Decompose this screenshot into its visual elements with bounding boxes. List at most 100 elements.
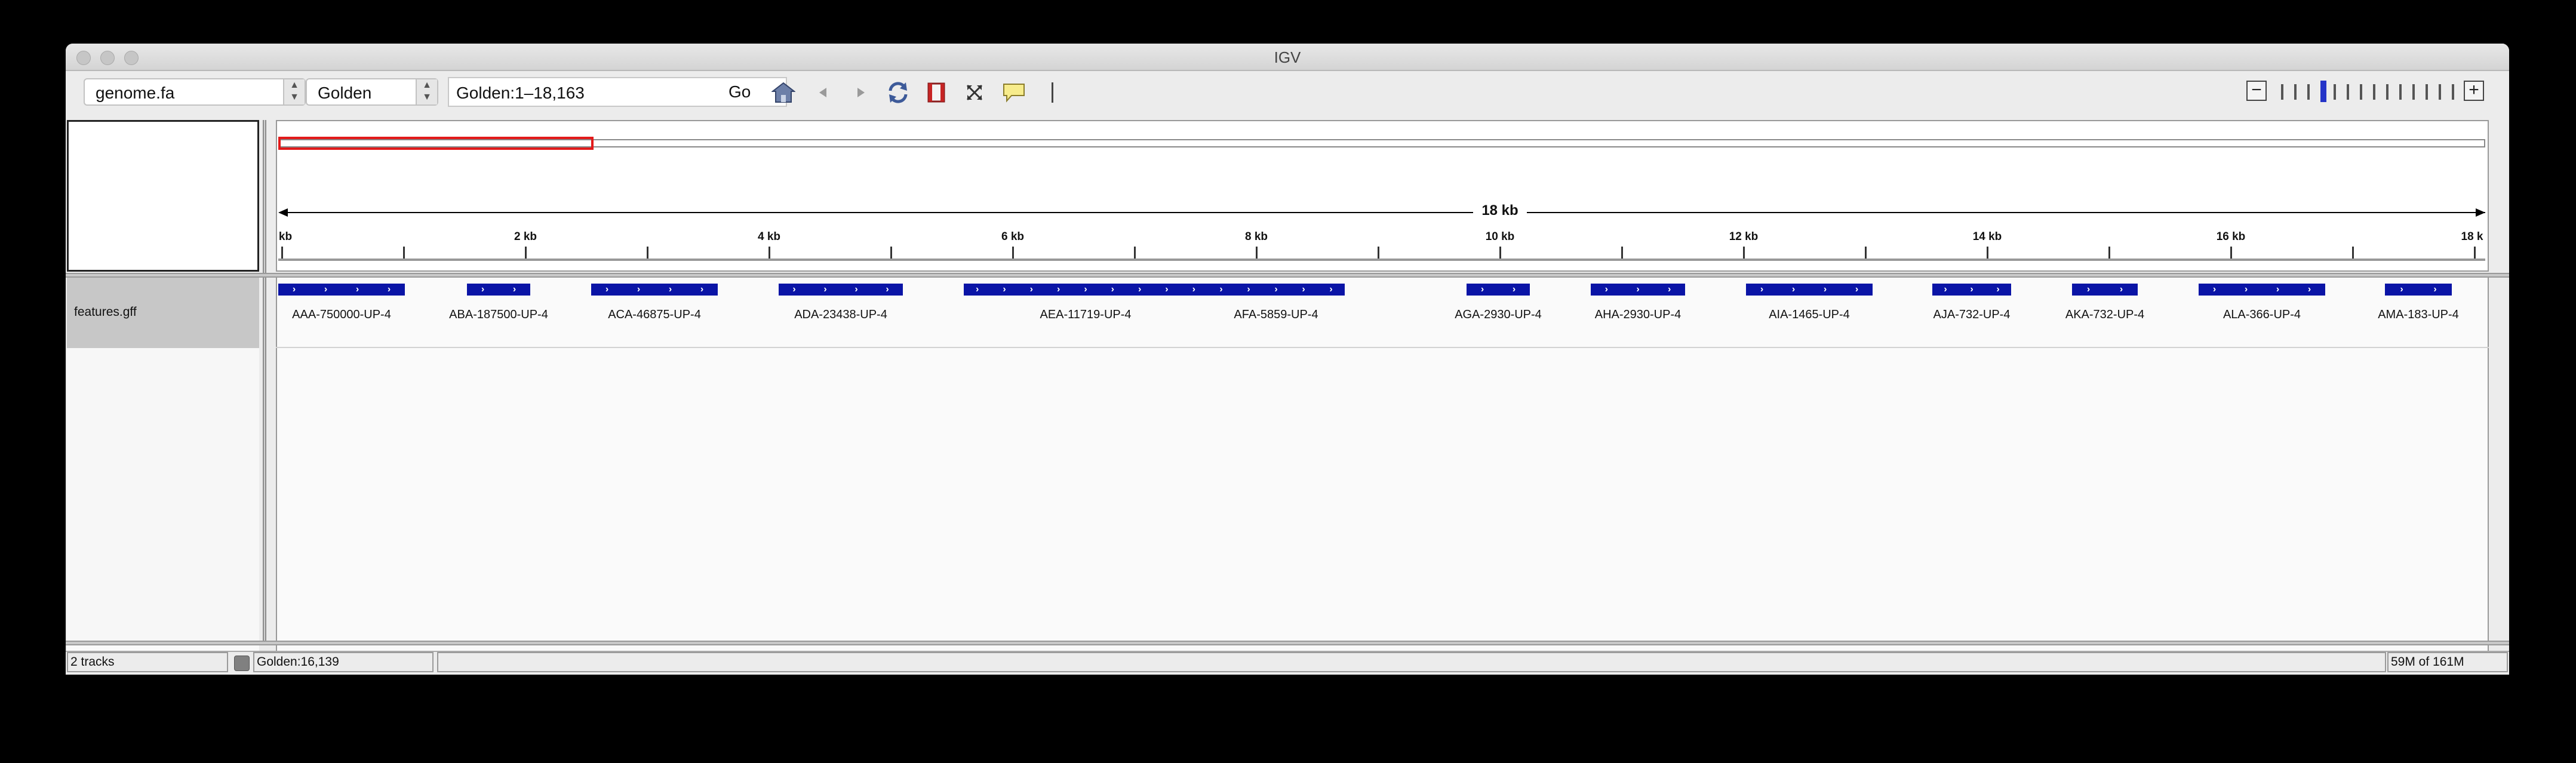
strand-chevron-icon: ›	[1855, 284, 1859, 294]
strand-chevron-icon: ›	[1604, 284, 1608, 294]
zoom-level-tick[interactable]	[2439, 84, 2441, 100]
feature-block[interactable]: › › ›	[1932, 284, 2011, 296]
feature-label: ADA-23438-UP-4	[794, 308, 887, 321]
feature-block[interactable]: › ›	[467, 284, 530, 296]
strand-chevron-icon: ›	[387, 284, 391, 294]
zoom-level-tick[interactable]	[2307, 84, 2310, 100]
feature-block[interactable]: › ›	[2385, 284, 2452, 296]
feature-label: ABA-187500-UP-4	[449, 308, 548, 321]
strand-chevron-icon: ›	[1823, 284, 1827, 294]
feature-block[interactable]: › › › › ›	[1207, 284, 1345, 296]
strand-chevron-icon: ›	[823, 284, 827, 294]
chromosome-select[interactable]: Golden ▲ ▼	[306, 78, 438, 106]
ruler-tick-label: 8 kb	[1244, 230, 1268, 243]
feature-label: ACA-46875-UP-4	[608, 308, 701, 321]
feature-block[interactable]: › › › ›	[278, 284, 405, 296]
track-separator	[276, 347, 2489, 348]
status-message	[437, 652, 2386, 672]
ruler-tick-label: kb	[278, 230, 293, 243]
ruler-tick	[1743, 247, 1745, 259]
data-track-panel	[276, 278, 2489, 641]
strand-chevron-icon: ›	[854, 284, 858, 294]
header-name-panel	[67, 120, 259, 272]
ruler-tick-label: 12 kb	[1729, 230, 1759, 243]
track-name-features[interactable]: features.gff	[67, 278, 259, 348]
zoom-out-button[interactable]: −	[2246, 81, 2267, 101]
zoom-level-tick[interactable]	[2452, 84, 2454, 100]
strand-chevron-icon: ›	[1192, 284, 1195, 294]
zoom-level-tick[interactable]	[2334, 84, 2336, 100]
strand-chevron-icon: ›	[668, 284, 672, 294]
ruler-tick-label: 10 kb	[1485, 230, 1515, 243]
forward-arrow-icon[interactable]	[848, 79, 874, 106]
zoom-level-tick[interactable]	[2373, 84, 2375, 100]
current-region-box[interactable]	[278, 137, 594, 150]
strand-chevron-icon: ›	[1791, 284, 1796, 294]
feature-block[interactable]: › ›	[1467, 284, 1530, 296]
ruler-tick-label: 6 kb	[1001, 230, 1025, 243]
strand-chevron-icon: ›	[2307, 284, 2311, 294]
ruler-tick	[525, 247, 527, 259]
strand-chevron-icon: ›	[324, 284, 328, 294]
strand-chevron-icon: ›	[1111, 284, 1114, 294]
title-bar: IGV	[66, 44, 2509, 71]
zoom-level-tick[interactable]	[2347, 84, 2349, 100]
ruler-minor-tick	[1134, 247, 1136, 259]
ruler-tick-label: 14 kb	[1972, 230, 2002, 243]
zoom-level-current[interactable]	[2320, 81, 2326, 102]
strand-chevron-icon: ›	[1056, 284, 1060, 294]
zoom-in-button[interactable]: +	[2464, 81, 2484, 101]
strand-chevron-icon: ›	[1760, 284, 1764, 294]
ruler-baseline	[278, 259, 2485, 261]
strand-chevron-icon: ›	[605, 284, 609, 294]
name-panel-splitter[interactable]	[263, 120, 266, 641]
zoom-level-tick[interactable]	[2386, 84, 2389, 100]
feature-label: AGA-2930-UP-4	[1455, 308, 1542, 321]
feature-block[interactable]: › › › › › › › › ›	[964, 284, 1207, 296]
feature-block[interactable]: › › › ›	[2199, 284, 2325, 296]
vertical-line-icon[interactable]	[1039, 79, 1065, 106]
feature-block[interactable]: › › › ›	[1746, 284, 1873, 296]
region-of-interest-icon[interactable]	[923, 79, 949, 106]
feature-label: AJA-732-UP-4	[1933, 308, 2011, 321]
chromosome-ideogram[interactable]	[278, 139, 2485, 147]
zoom-level-tick[interactable]	[2426, 84, 2428, 100]
strand-chevron-icon: ›	[1636, 284, 1640, 294]
zoom-level-tick[interactable]	[2412, 84, 2415, 100]
strand-chevron-icon: ›	[1667, 284, 1671, 294]
genome-select[interactable]: genome.fa ▲ ▼	[84, 78, 306, 106]
home-icon[interactable]	[770, 79, 797, 106]
feature-block[interactable]: › › › ›	[779, 284, 903, 296]
zoom-level-tick[interactable]	[2360, 84, 2362, 100]
strand-chevron-icon: ›	[2244, 284, 2248, 294]
strand-chevron-icon: ›	[1138, 284, 1142, 294]
feature-block[interactable]: › › › ›	[591, 284, 718, 296]
feature-block[interactable]: › › ›	[1591, 284, 1685, 296]
refresh-icon[interactable]	[885, 79, 911, 106]
ruler-tick	[281, 247, 283, 259]
resize-to-window-icon[interactable]	[961, 79, 988, 106]
strand-chevron-icon: ›	[2433, 284, 2437, 294]
strand-chevron-icon: ›	[792, 284, 796, 294]
feature-label: ALA-366-UP-4	[2223, 308, 2301, 321]
zoom-level-tick[interactable]	[2399, 84, 2402, 100]
popup-text-icon[interactable]	[1001, 79, 1027, 106]
feature-label: AMA-183-UP-4	[2378, 308, 2459, 321]
ruler-minor-tick	[647, 247, 648, 259]
ruler-tick-label: 4 kb	[757, 230, 781, 243]
go-button[interactable]: Go	[728, 78, 751, 106]
strand-chevron-icon: ›	[481, 284, 485, 294]
strand-chevron-icon: ›	[1302, 284, 1305, 294]
ruler-minor-tick	[890, 247, 892, 259]
status-tracks-count: 2 tracks	[67, 652, 228, 672]
ruler-minor-tick	[1621, 247, 1623, 259]
zoom-level-tick[interactable]	[2294, 84, 2297, 100]
strand-chevron-icon: ›	[2400, 284, 2403, 294]
back-arrow-icon[interactable]	[810, 79, 836, 106]
ruler-minor-tick	[2108, 247, 2110, 259]
feature-block[interactable]: › ›	[2072, 284, 2138, 296]
feature-panel-divider[interactable]	[66, 641, 2509, 645]
ruler-tick-label: 16 kb	[2216, 230, 2246, 243]
zoom-level-tick[interactable]	[2281, 84, 2283, 100]
panel-divider[interactable]	[66, 273, 2509, 278]
